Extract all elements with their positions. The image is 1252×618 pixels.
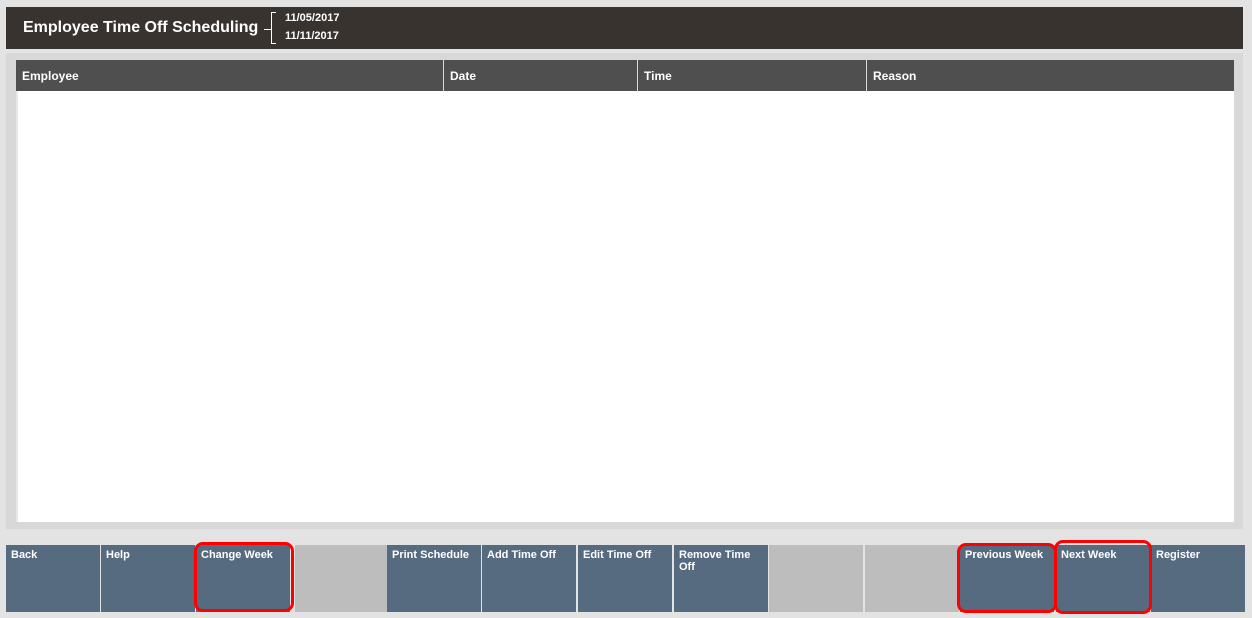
change-week-button[interactable]: Change Week xyxy=(196,545,290,612)
remove-time-off-button[interactable]: Remove Time Off xyxy=(674,545,768,612)
week-start-date: 11/05/2017 xyxy=(285,12,340,24)
previous-week-button[interactable]: Previous Week xyxy=(960,545,1054,612)
blank-button-2 xyxy=(769,545,863,612)
add-time-off-button[interactable]: Add Time Off xyxy=(482,545,576,612)
header-bar: Employee Time Off Scheduling 11/05/2017 … xyxy=(6,7,1243,49)
week-end-date: 11/11/2017 xyxy=(285,30,339,42)
function-button-bar: Back Help Change Week Print Schedule Add… xyxy=(6,545,1247,612)
column-header-reason[interactable]: Reason xyxy=(866,60,1234,91)
edit-time-off-button[interactable]: Edit Time Off xyxy=(578,545,672,612)
date-range-connector xyxy=(264,29,271,30)
column-header-employee[interactable]: Employee xyxy=(16,60,443,91)
print-schedule-button[interactable]: Print Schedule xyxy=(387,545,481,612)
register-button[interactable]: Register xyxy=(1151,545,1245,612)
page-title: Employee Time Off Scheduling xyxy=(23,19,259,36)
date-range-bracket xyxy=(271,12,276,44)
blank-button-1 xyxy=(295,545,389,612)
time-off-table: Employee Date Time Reason xyxy=(16,60,1234,522)
help-button[interactable]: Help xyxy=(101,545,195,612)
blank-button-3 xyxy=(865,545,959,612)
table-header: Employee Date Time Reason xyxy=(16,60,1234,91)
table-body[interactable] xyxy=(16,91,1234,522)
back-button[interactable]: Back xyxy=(6,545,100,612)
next-week-button[interactable]: Next Week xyxy=(1056,545,1150,612)
column-header-date[interactable]: Date xyxy=(443,60,637,91)
column-header-time[interactable]: Time xyxy=(637,60,866,91)
content-panel: Employee Date Time Reason xyxy=(6,53,1243,529)
